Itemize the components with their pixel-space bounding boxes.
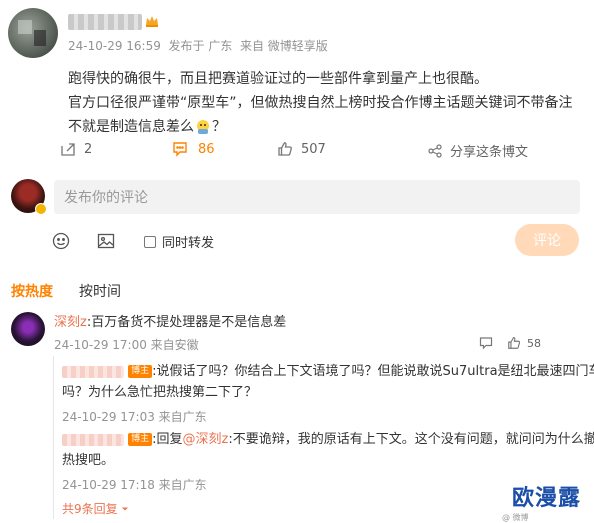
share-button[interactable]: 分享这条博文 [428, 141, 528, 160]
crown-icon [145, 14, 159, 28]
watermark: 欧漫露 [512, 486, 581, 512]
reply-body: 吗？为什么急忙把热搜第二下了？ [62, 385, 258, 400]
post-location: 发布于 广东 [168, 39, 233, 53]
commenter-avatar[interactable] [11, 312, 45, 346]
tab-sort-time-label: 按时间 [79, 284, 121, 300]
post-body-text-end: ？ [212, 119, 226, 135]
submit-comment-button[interactable]: 评论 [515, 224, 579, 256]
comment-like-count: 58 [527, 336, 541, 350]
reply-meta: 24-10-29 17:18 来自广东 [62, 478, 207, 492]
author-avatar[interactable] [8, 8, 58, 58]
repost-button[interactable]: 2 [60, 141, 92, 157]
reply-item: 博主:回复@深刻z:不要诡辩，我的原话有上下文。这个没有问题，就问问为什么撤 热… [62, 429, 594, 496]
more-replies-link[interactable]: 共9条回复 [62, 500, 129, 517]
share-icon [428, 143, 442, 158]
comment-meta: 24-10-29 17:00 来自安徽 [54, 338, 199, 352]
image-upload-button[interactable] [97, 232, 115, 250]
chevron-down-icon [121, 505, 129, 513]
checkbox-box [144, 235, 156, 248]
reply-mention[interactable]: @深刻z [183, 432, 229, 447]
reply-item: 博主:说假话了吗？你结合上下文语境了吗？但能说敢说Su7ultra是纽北最速四门… [62, 361, 594, 428]
comment-icon [172, 141, 188, 157]
thumbs-up-icon [277, 141, 293, 157]
submit-comment-label: 评论 [533, 233, 561, 249]
tab-sort-time[interactable]: 按时间 [79, 281, 121, 301]
replies-thread-line [53, 356, 54, 519]
like-button[interactable]: 507 [277, 141, 326, 157]
comment-like-button[interactable]: 58 [507, 336, 541, 350]
watermark-brand: 欧漫露 [512, 486, 582, 511]
author-name[interactable] [68, 14, 142, 30]
reply-body: :不要诡辩，我的原话有上下文。这个没有问题，就问问为什么撤 [228, 432, 594, 447]
tab-sort-hot-label: 按热度 [11, 284, 53, 300]
current-user-avatar[interactable] [11, 179, 47, 215]
tab-sort-hot[interactable]: 按热度 [11, 281, 53, 301]
post-body: 跑得快的确很牛，而且把赛道验证过的一些部件拿到量产上也很酷。 官方口径很严谨带“… [68, 68, 588, 138]
post-body-line: 跑得快的确很牛，而且把赛道验证过的一些部件拿到量产上也很酷。 [68, 71, 488, 87]
comment-actions: 58 [479, 336, 541, 350]
blogger-badge: 博主 [128, 365, 153, 378]
sync-repost-label: 同时转发 [162, 236, 215, 251]
watermark-small: @ 微博 [502, 513, 529, 522]
repost-count: 2 [84, 141, 93, 157]
comment-input-placeholder: 发布你的评论 [64, 190, 148, 206]
comment-input[interactable]: 发布你的评论 [54, 180, 580, 214]
reply-icon[interactable] [479, 336, 493, 350]
sync-repost-checkbox[interactable]: 同时转发 [144, 232, 214, 251]
reply-body: :说假话了吗？你结合上下文语境了吗？但能说敢说Su7ultra是纽北最速四门车 [152, 364, 594, 379]
comment-button[interactable]: 86 [172, 141, 215, 157]
thumbs-up-icon [507, 336, 521, 350]
post-body-line: 不就是制造信息差么 ？ [68, 116, 588, 138]
post-meta: 24-10-29 16:59 发布于 广东 来自 微博轻享版 [68, 38, 328, 54]
like-count: 507 [301, 141, 326, 157]
more-replies-label: 共9条回复 [62, 502, 118, 516]
comment-count: 86 [198, 141, 215, 157]
reply-body: 热搜吧。 [62, 453, 115, 468]
comment-text: 深刻z:百万备货不提处理器是不是信息差 [54, 312, 286, 334]
reply-prefix: :回复 [152, 432, 183, 447]
reply-author-name[interactable] [62, 433, 124, 446]
blogger-badge: 博主 [128, 433, 153, 446]
reply-author-name[interactable] [62, 365, 124, 378]
commenter-name[interactable]: 深刻z [54, 315, 87, 330]
post-time[interactable]: 24-10-29 16:59 [68, 39, 161, 53]
repost-icon [60, 141, 76, 157]
post-body-text: 不就是制造信息差么 [68, 119, 194, 135]
thinking-face-emoji [195, 119, 211, 135]
post-body-line: 官方口径很严谨带“原型车”，但做热搜自然上榜时投合作博主话题关键词不带备注 [68, 95, 573, 111]
reply-meta: 24-10-29 17:03 来自广东 [62, 410, 207, 424]
comment-body: :百万备货不提处理器是不是信息差 [86, 315, 287, 330]
share-label: 分享这条博文 [450, 145, 529, 160]
verified-badge-icon [35, 203, 47, 215]
post-source: 来自 微博轻享版 [239, 39, 328, 53]
emoji-picker-button[interactable] [52, 232, 70, 250]
